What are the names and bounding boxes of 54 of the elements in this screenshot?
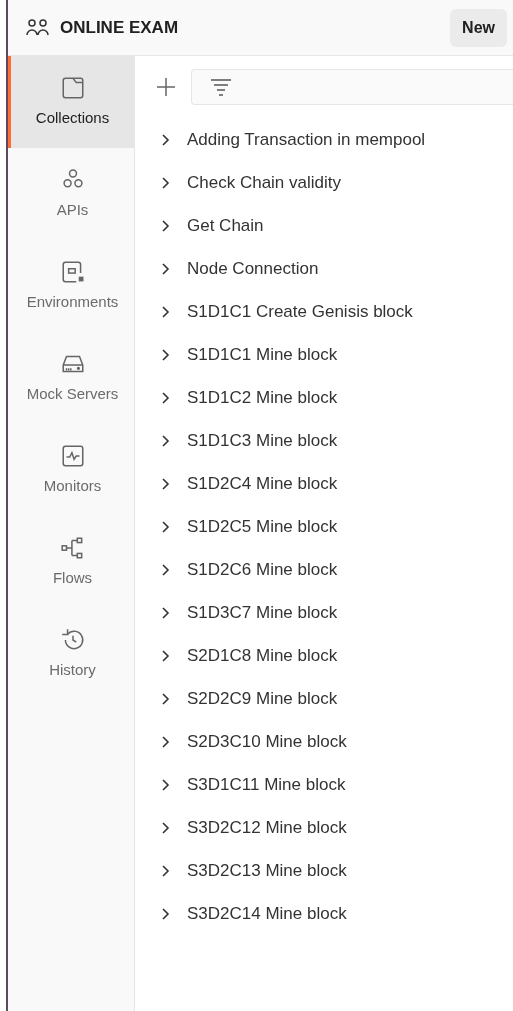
collection-item[interactable]: S1D1C3 Mine block: [135, 419, 513, 462]
chevron-icon: [161, 175, 171, 190]
chevron-icon: [161, 734, 171, 749]
chevron-icon: [161, 347, 171, 362]
chevron-icon: [161, 691, 171, 706]
collection-item[interactable]: S1D2C4 Mine block: [135, 462, 513, 505]
collection-item[interactable]: S1D2C5 Mine block: [135, 505, 513, 548]
collection-item[interactable]: S3D2C13 Mine block: [135, 849, 513, 892]
chevron-icon: [161, 433, 171, 448]
sidebar-tab[interactable]: APIs: [8, 148, 134, 240]
chevron-icon: [161, 820, 171, 835]
chevron-icon: [161, 605, 171, 620]
chevron-icon: [161, 476, 171, 491]
chevron-icon: [161, 261, 171, 276]
sidebar-tab[interactable]: Flows: [8, 516, 134, 608]
chevron-icon: [161, 390, 171, 405]
chevron-icon: [161, 863, 171, 878]
chevron-icon: [161, 648, 171, 663]
folder-icon: [59, 74, 86, 101]
add-icon[interactable]: [155, 76, 177, 98]
collection-item[interactable]: S1D1C1 Create Genisis block: [135, 290, 513, 333]
collection-item[interactable]: S1D3C7 Mine block: [135, 591, 513, 634]
filter-icon: [210, 78, 232, 96]
collection-item[interactable]: Adding Transaction in mempool: [135, 118, 513, 161]
collection-item[interactable]: S1D1C2 Mine block: [135, 376, 513, 419]
sidebar-tab[interactable]: Monitors: [8, 424, 134, 516]
collection-item[interactable]: S3D2C14 Mine block: [135, 892, 513, 935]
collection-item[interactable]: S3D2C12 Mine block: [135, 806, 513, 849]
sidebar-tab[interactable]: Collections: [8, 56, 134, 148]
filter-field[interactable]: [191, 69, 513, 105]
collection-item[interactable]: Check Chain validity: [135, 161, 513, 204]
collection-item[interactable]: S2D3C10 Mine block: [135, 720, 513, 763]
collection-item[interactable]: S1D2C6 Mine block: [135, 548, 513, 591]
chevron-icon: [161, 132, 171, 147]
chevron-icon: [161, 218, 171, 233]
workspace-title: ONLINE EXAM: [60, 16, 179, 39]
chevron-icon: [161, 519, 171, 534]
collection-item[interactable]: S1D1C1 Mine block: [135, 333, 513, 376]
team-icon: [26, 17, 50, 38]
collection-item[interactable]: Node Connection: [135, 247, 513, 290]
collection-item[interactable]: S2D2C9 Mine block: [135, 677, 513, 720]
chevron-icon: [161, 777, 171, 792]
chevron-icon: [161, 304, 171, 319]
sidebar-tab[interactable]: History: [8, 608, 134, 700]
chevron-icon: [161, 906, 171, 921]
new-button[interactable]: New: [450, 8, 507, 47]
collection-item[interactable]: S2D1C8 Mine block: [135, 634, 513, 677]
sidebar-tab[interactable]: Environments: [8, 240, 134, 332]
collection-item[interactable]: S3D1C11 Mine block: [135, 763, 513, 806]
sidebar-tab[interactable]: Mock Servers: [8, 332, 134, 424]
chevron-icon: [161, 562, 171, 577]
collection-item[interactable]: Get Chain: [135, 204, 513, 247]
environment-icon: [59, 258, 86, 285]
monitor-icon: [59, 442, 86, 469]
